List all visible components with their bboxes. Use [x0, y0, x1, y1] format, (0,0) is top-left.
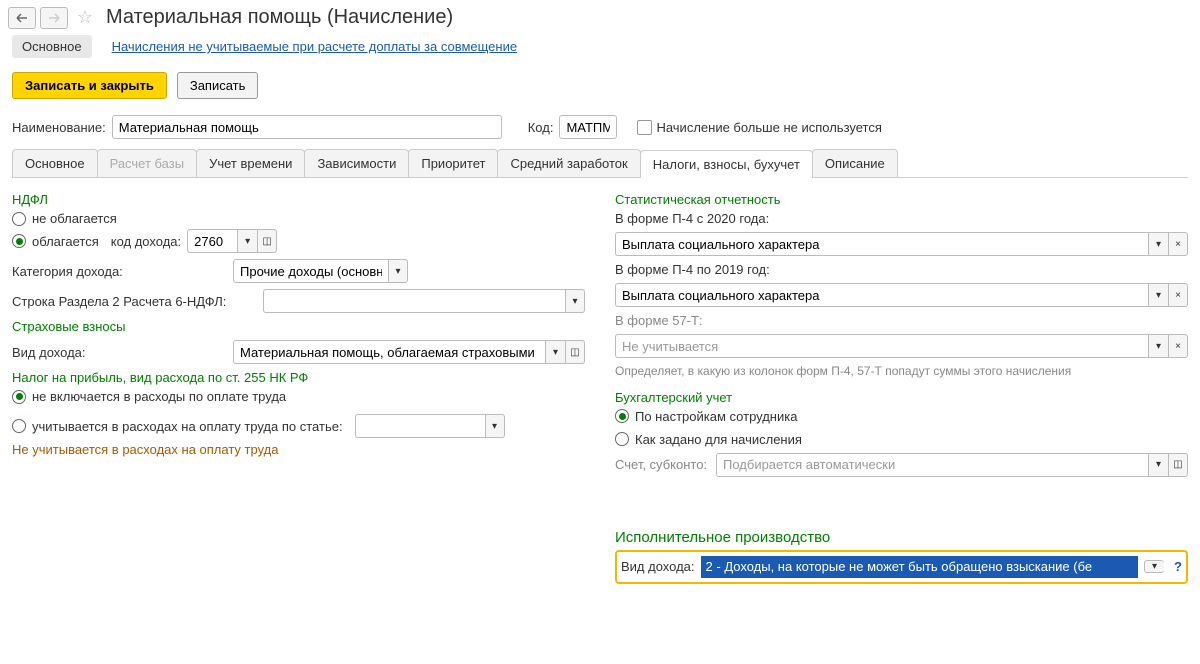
stats-p4-2020-input[interactable]	[615, 232, 1148, 256]
arrow-left-icon	[16, 13, 28, 23]
stats-p4-2019-label: В форме П-4 по 2019 год:	[615, 262, 1188, 277]
stats-p4-2019-dropdown[interactable]: ▾	[1148, 283, 1168, 307]
tab-priority[interactable]: Приоритет	[408, 149, 498, 177]
tab-time[interactable]: Учет времени	[196, 149, 305, 177]
main-tab-exclusions-link[interactable]: Начисления не учитываемые при расчете до…	[112, 39, 518, 54]
tab-base-calc[interactable]: Расчет базы	[97, 149, 198, 177]
name-input[interactable]	[112, 115, 502, 139]
tab-avg-salary[interactable]: Средний заработок	[497, 149, 640, 177]
ndfl-code-open[interactable]: ◫	[257, 229, 277, 253]
save-button[interactable]: Записать	[177, 72, 259, 99]
ndfl-category-input[interactable]	[233, 259, 388, 283]
tab-taxes[interactable]: Налоги, взносы, бухучет	[640, 150, 813, 178]
stats-57t-input	[615, 334, 1148, 358]
insurance-type-input[interactable]	[233, 340, 545, 364]
profit-not-included-label: не включается в расходы по оплате труда	[32, 389, 286, 404]
enforcement-type-label: Вид дохода:	[621, 559, 695, 574]
ndfl-section2-dropdown[interactable]: ▾	[565, 289, 585, 313]
stats-57t-dropdown: ▾	[1148, 334, 1168, 358]
ndfl-category-label: Категория дохода:	[12, 264, 227, 279]
ndfl-code-dropdown[interactable]: ▾	[237, 229, 257, 253]
stats-section-title: Статистическая отчетность	[615, 192, 1188, 207]
enforcement-section-title: Исполнительное производство	[615, 529, 1188, 546]
profit-info-text: Не учитывается в расходах на оплату труд…	[12, 442, 585, 457]
accounting-by-employee-label: По настройкам сотрудника	[635, 409, 797, 424]
accounting-account-open: ◫	[1168, 453, 1188, 477]
tab-description[interactable]: Описание	[812, 149, 898, 177]
favorite-star-icon[interactable]: ☆	[74, 7, 96, 29]
nav-forward-button[interactable]	[40, 7, 68, 29]
tab-basic[interactable]: Основное	[12, 149, 98, 177]
ndfl-section2-input[interactable]	[263, 289, 565, 313]
accounting-account-label: Счет, субконто:	[615, 457, 710, 472]
accounting-as-set-label: Как задано для начисления	[635, 432, 802, 447]
arrow-right-icon	[48, 13, 60, 23]
ndfl-section2-label: Строка Раздела 2 Расчета 6-НДФЛ:	[12, 294, 257, 309]
profit-article-input[interactable]	[355, 414, 485, 438]
profit-not-included-radio[interactable]	[12, 390, 26, 404]
code-input[interactable]	[559, 115, 617, 139]
insurance-type-dropdown[interactable]: ▾	[545, 340, 565, 364]
ndfl-taxed-label: облагается	[32, 234, 99, 249]
not-used-label: Начисление больше не используется	[656, 120, 881, 135]
save-and-close-button[interactable]: Записать и закрыть	[12, 72, 167, 99]
ndfl-section-title: НДФЛ	[12, 192, 585, 207]
stats-p4-2020-label: В форме П-4 с 2020 года:	[615, 211, 1188, 226]
ndfl-not-taxed-label: не облагается	[32, 211, 117, 226]
main-tab-basic[interactable]: Основное	[12, 35, 92, 58]
profit-included-radio[interactable]	[12, 419, 26, 433]
profit-section-title: Налог на прибыль, вид расхода по ст. 255…	[12, 370, 585, 385]
nav-back-button[interactable]	[8, 7, 36, 29]
accounting-by-employee-radio[interactable]	[615, 409, 629, 423]
profit-article-dropdown[interactable]: ▾	[485, 414, 505, 438]
profit-included-label: учитывается в расходах на оплату труда п…	[32, 419, 343, 434]
enforcement-highlight: Вид дохода: 2 - Доходы, на которые не мо…	[615, 550, 1188, 584]
page-title: Материальная помощь (Начисление)	[106, 6, 453, 29]
accounting-as-set-radio[interactable]	[615, 432, 629, 446]
stats-p4-2020-clear[interactable]: ×	[1168, 232, 1188, 256]
ndfl-category-dropdown[interactable]: ▾	[388, 259, 408, 283]
tab-deps[interactable]: Зависимости	[304, 149, 409, 177]
stats-p4-2019-input[interactable]	[615, 283, 1148, 307]
accounting-account-dropdown: ▾	[1148, 453, 1168, 477]
name-label: Наименование:	[12, 120, 106, 135]
stats-p4-2019-clear[interactable]: ×	[1168, 283, 1188, 307]
stats-57t-label: В форме 57-Т:	[615, 313, 1188, 328]
stats-p4-2020-dropdown[interactable]: ▾	[1148, 232, 1168, 256]
enforcement-type-dropdown[interactable]: ▾	[1144, 560, 1164, 573]
ndfl-code-label: код дохода:	[111, 234, 181, 249]
stats-57t-clear: ×	[1168, 334, 1188, 358]
ndfl-code-input[interactable]	[187, 229, 237, 253]
accounting-section-title: Бухгалтерский учет	[615, 390, 1188, 405]
ndfl-not-taxed-radio[interactable]	[12, 212, 26, 226]
accounting-account-input	[716, 453, 1148, 477]
code-label: Код:	[528, 120, 554, 135]
enforcement-type-input[interactable]: 2 - Доходы, на которые не может быть обр…	[701, 556, 1139, 578]
insurance-type-label: Вид дохода:	[12, 345, 227, 360]
insurance-type-open[interactable]: ◫	[565, 340, 585, 364]
insurance-section-title: Страховые взносы	[12, 319, 585, 334]
ndfl-taxed-radio[interactable]	[12, 234, 26, 248]
help-icon[interactable]: ?	[1174, 559, 1182, 574]
not-used-checkbox[interactable]	[637, 120, 652, 135]
stats-hint: Определяет, в какую из колонок форм П-4,…	[615, 364, 1188, 380]
